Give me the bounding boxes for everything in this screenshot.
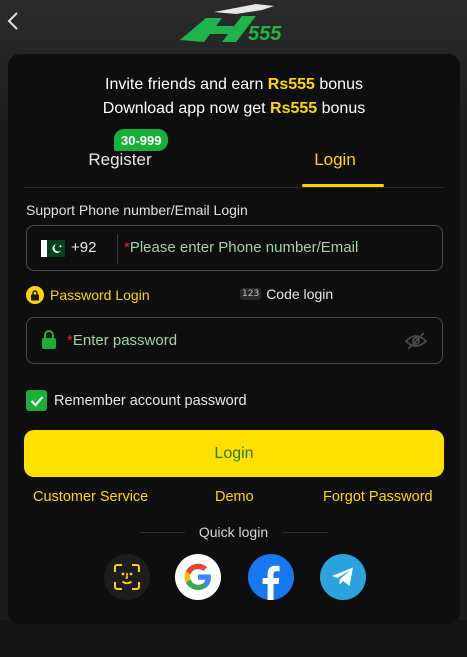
promo-line-1: Invite friends and earn Rs555 bonus [105, 76, 363, 93]
support-login-label: Support Phone number/Email Login [26, 202, 248, 218]
telegram-icon [332, 567, 353, 586]
checkmark-icon [30, 395, 43, 407]
facebook-login-button[interactable] [248, 554, 294, 600]
phone-email-placeholder: Please enter Phone number/Email [129, 239, 359, 256]
tabs-divider [24, 187, 444, 188]
page-background-bottom [0, 620, 467, 657]
password-field[interactable]: *Enter password [26, 317, 443, 364]
pakistan-flag-icon[interactable] [41, 240, 65, 257]
phone-email-field[interactable]: +92 *Please enter Phone number/Email [26, 225, 443, 271]
brand-logo: 555 [176, 0, 294, 48]
login-button[interactable]: Login [24, 430, 444, 477]
remember-label: Remember account password [54, 392, 247, 409]
demo-link[interactable]: Demo [215, 489, 254, 505]
facebook-icon [262, 565, 280, 600]
telegram-login-button[interactable] [320, 554, 366, 600]
remember-checkbox[interactable] [26, 390, 47, 411]
password-login-label: Password Login [50, 287, 150, 303]
quick-login-divider-right [283, 532, 328, 533]
numeric-code-icon: 123 [240, 288, 262, 300]
back-button[interactable] [2, 8, 24, 34]
face-id-login-button[interactable] [104, 554, 150, 600]
lock-icon [42, 330, 56, 349]
remember-password-row[interactable]: Remember account password [26, 390, 247, 411]
face-id-icon [114, 564, 140, 590]
phone-email-input[interactable]: *Please enter Phone number/Email [124, 239, 358, 256]
google-login-button[interactable] [175, 554, 221, 600]
password-placeholder: Enter password [72, 332, 178, 349]
eye-slash-icon[interactable] [404, 331, 428, 351]
promo-line-2: Download app now get Rs555 bonus [102, 100, 366, 117]
forgot-password-link[interactable]: Forgot Password [323, 489, 433, 505]
google-icon [184, 563, 211, 590]
code-login-option[interactable]: 123 Code login [240, 286, 333, 302]
field-separator [117, 234, 118, 264]
code-login-label: Code login [266, 286, 334, 302]
country-code[interactable]: +92 [71, 239, 96, 256]
lock-icon [26, 286, 44, 304]
register-bonus-badge: 30-999 [114, 129, 169, 151]
logo-text: 555 [248, 23, 282, 45]
quick-login-label: Quick login [198, 524, 269, 540]
customer-service-link[interactable]: Customer Service [33, 489, 148, 505]
password-input[interactable]: *Enter password [67, 332, 177, 349]
password-login-option[interactable]: Password Login [26, 286, 150, 304]
tab-login[interactable]: Login [260, 131, 410, 189]
chevron-left-icon [7, 12, 18, 30]
